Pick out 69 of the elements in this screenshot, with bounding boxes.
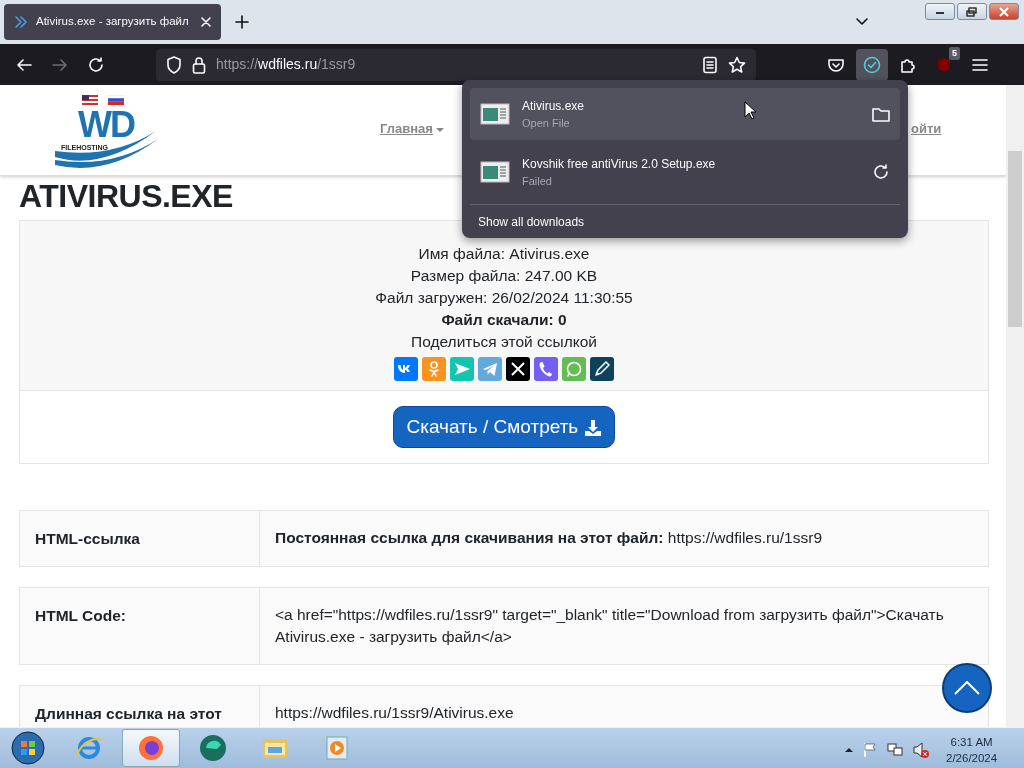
row-value: <a href="https://wdfiles.ru/1ssr9" target="_blank" title="Download from загрузить файл">Скачать Ativirus.exe - загрузить файл</a> <box>275 605 945 648</box>
caret-up-icon[interactable] <box>844 746 854 754</box>
lock-icon <box>192 55 206 74</box>
clock[interactable]: 6:31 AM 2/26/2024 <box>946 734 998 766</box>
close-window-button[interactable] <box>989 3 1019 20</box>
browser-tab[interactable]: Ativirus.exe - загрузить файл <box>4 4 221 40</box>
share-icon[interactable] <box>506 357 530 381</box>
address-bar[interactable]: https://wdfiles.ru/1ssr9 <box>156 48 756 81</box>
nav-link[interactable]: Главная <box>380 119 444 139</box>
download-status: Open File <box>522 115 570 131</box>
row-label: HTML-ссылка <box>35 529 140 549</box>
folder-icon[interactable] <box>872 106 890 122</box>
back-to-top-button[interactable] <box>942 663 992 713</box>
url-text: https://wdfiles.ru/1ssr9 <box>216 55 357 74</box>
caret-icon <box>435 126 444 133</box>
nav-link[interactable]: ойти <box>911 119 942 139</box>
retry-icon[interactable] <box>872 163 890 181</box>
minimize-button[interactable] <box>925 3 955 20</box>
taskbar-app-button[interactable] <box>122 729 180 767</box>
row-value: Постоянная ссылка для скачивания на этот файл: https://wdfiles.ru/1ssr9 <box>275 528 823 548</box>
info-line: Имя файла: Ativirus.exe <box>418 244 590 264</box>
download-button[interactable]: Скачать / Смотреть <box>393 405 615 449</box>
show-all-downloads-link[interactable]: Show all downloads <box>470 204 900 239</box>
chevron-down-icon <box>856 18 868 26</box>
tab-title: Ativirus.exe - загрузить файл <box>36 14 190 30</box>
share-icon[interactable] <box>590 357 614 381</box>
reader-view-icon[interactable] <box>702 55 718 74</box>
scrollbar[interactable] <box>1006 85 1024 727</box>
app-icon <box>136 733 166 763</box>
share-label: Поделиться этой ссылкой <box>411 332 597 352</box>
close-icon <box>999 6 1009 17</box>
windows-logo-icon <box>10 730 46 766</box>
info-line: Файл загружен: 26/02/2024 11:30:55 <box>375 288 633 308</box>
us-flag-icon[interactable] <box>82 95 98 105</box>
extension-badge: 5 <box>949 46 960 60</box>
reload-icon <box>87 55 105 74</box>
cursor-icon <box>744 101 756 119</box>
file-name: Ativirus.exe <box>522 97 585 115</box>
chevron-up-icon <box>954 681 980 695</box>
download-icon <box>583 418 602 437</box>
star-icon[interactable] <box>728 55 746 74</box>
network-icon[interactable] <box>886 742 904 758</box>
plus-icon <box>235 15 249 29</box>
info-line: Размер файла: 247.00 KB <box>410 266 598 286</box>
ru-flag-icon[interactable] <box>108 95 124 105</box>
shield-icon <box>166 55 182 74</box>
download-status: Failed <box>522 173 552 189</box>
file-icon <box>480 102 510 126</box>
app-icon <box>198 733 228 763</box>
shield-button[interactable]: 5 <box>928 48 960 81</box>
site-icon <box>14 15 28 29</box>
file-name: Kovshik free antiVirus 2.0 Setup.exe <box>522 155 716 173</box>
file-icon <box>480 160 510 184</box>
download-item[interactable]: Ativirus.exe Open File <box>470 88 900 140</box>
close-icon[interactable] <box>201 17 211 27</box>
speaker-muted-icon[interactable] <box>912 741 930 759</box>
row-label: Длинная ссылка на этот <box>35 704 222 725</box>
row-label: HTML Code: <box>35 606 126 627</box>
page-title: ATIVIRUS.EXE <box>19 177 233 214</box>
shield-icon <box>935 55 953 74</box>
row-value: https://wdfiles.ru/1ssr9/Ativirus.exe <box>275 703 514 724</box>
maximize-button[interactable] <box>957 3 987 20</box>
flag-icon[interactable] <box>862 742 878 758</box>
info-line: Файл скачали: 0 <box>441 310 567 330</box>
logo-text: WD <box>78 107 134 143</box>
restore-icon <box>966 6 978 17</box>
download-item[interactable]: Kovshik free antiVirus 2.0 Setup.exe Failed <box>470 146 900 198</box>
download-progress-icon <box>863 55 881 74</box>
download-progress-button[interactable] <box>856 48 888 81</box>
